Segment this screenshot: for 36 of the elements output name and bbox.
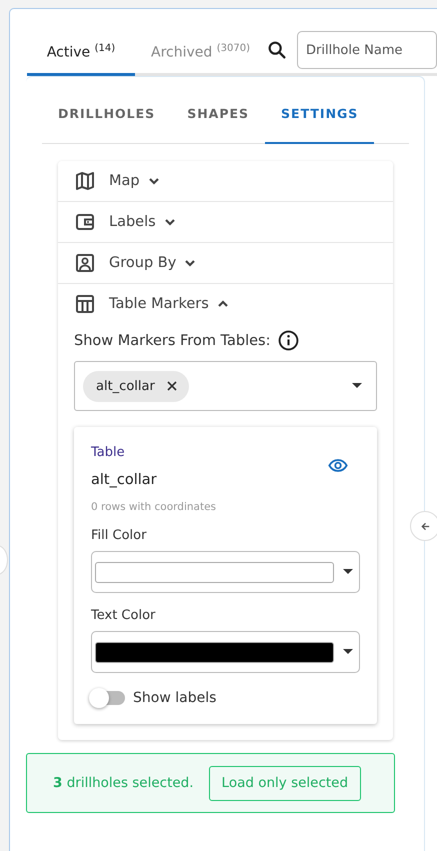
search-field[interactable]: Drillhole Name	[297, 31, 437, 69]
toggle-switch[interactable]	[91, 691, 125, 705]
collapse-button[interactable]	[410, 511, 437, 541]
selection-message: 3 drillholes selected.	[53, 775, 194, 791]
table-name: alt_collar	[91, 472, 157, 488]
table-select[interactable]: alt_collar	[74, 361, 377, 411]
portrait-icon	[75, 253, 95, 273]
color-dropdown[interactable]	[91, 551, 360, 593]
table-icon	[75, 294, 95, 314]
map-icon	[75, 171, 95, 191]
arrow-left-icon	[420, 520, 430, 532]
section-header[interactable]: Labels	[58, 202, 393, 242]
row-count-note: 0 rows with coordinates	[91, 501, 218, 513]
section-header[interactable]: Map	[58, 161, 393, 201]
search-icon[interactable]	[266, 39, 288, 61]
tab[interactable]: Active $^{(14)}$	[27, 27, 135, 76]
section-header[interactable]: Table Markers	[58, 284, 393, 324]
card-heading: Table	[91, 445, 126, 460]
field-label: Show Markers From Tables:	[74, 332, 270, 348]
tab[interactable]: SHAPES	[171, 77, 266, 144]
tab[interactable]: SETTINGS	[265, 77, 374, 144]
info-icon[interactable]	[278, 330, 298, 351]
caret-icon	[352, 383, 362, 389]
tab[interactable]: DRILLHOLES	[42, 77, 172, 144]
toggle-label: Show labels	[133, 690, 216, 706]
section-header[interactable]: Group By	[58, 243, 393, 283]
caret-icon	[343, 569, 353, 575]
caret-icon	[343, 649, 353, 655]
field-label: Text Color	[91, 608, 156, 623]
field-label: Fill Color	[91, 528, 148, 543]
close-icon[interactable]	[166, 381, 177, 391]
tab[interactable]: Archived $^{(3070)}$	[135, 27, 266, 76]
wallet-icon	[75, 212, 95, 232]
eye-icon[interactable]	[328, 458, 348, 473]
color-dropdown[interactable]	[91, 631, 360, 673]
chip-label: alt_collar	[96, 378, 155, 394]
